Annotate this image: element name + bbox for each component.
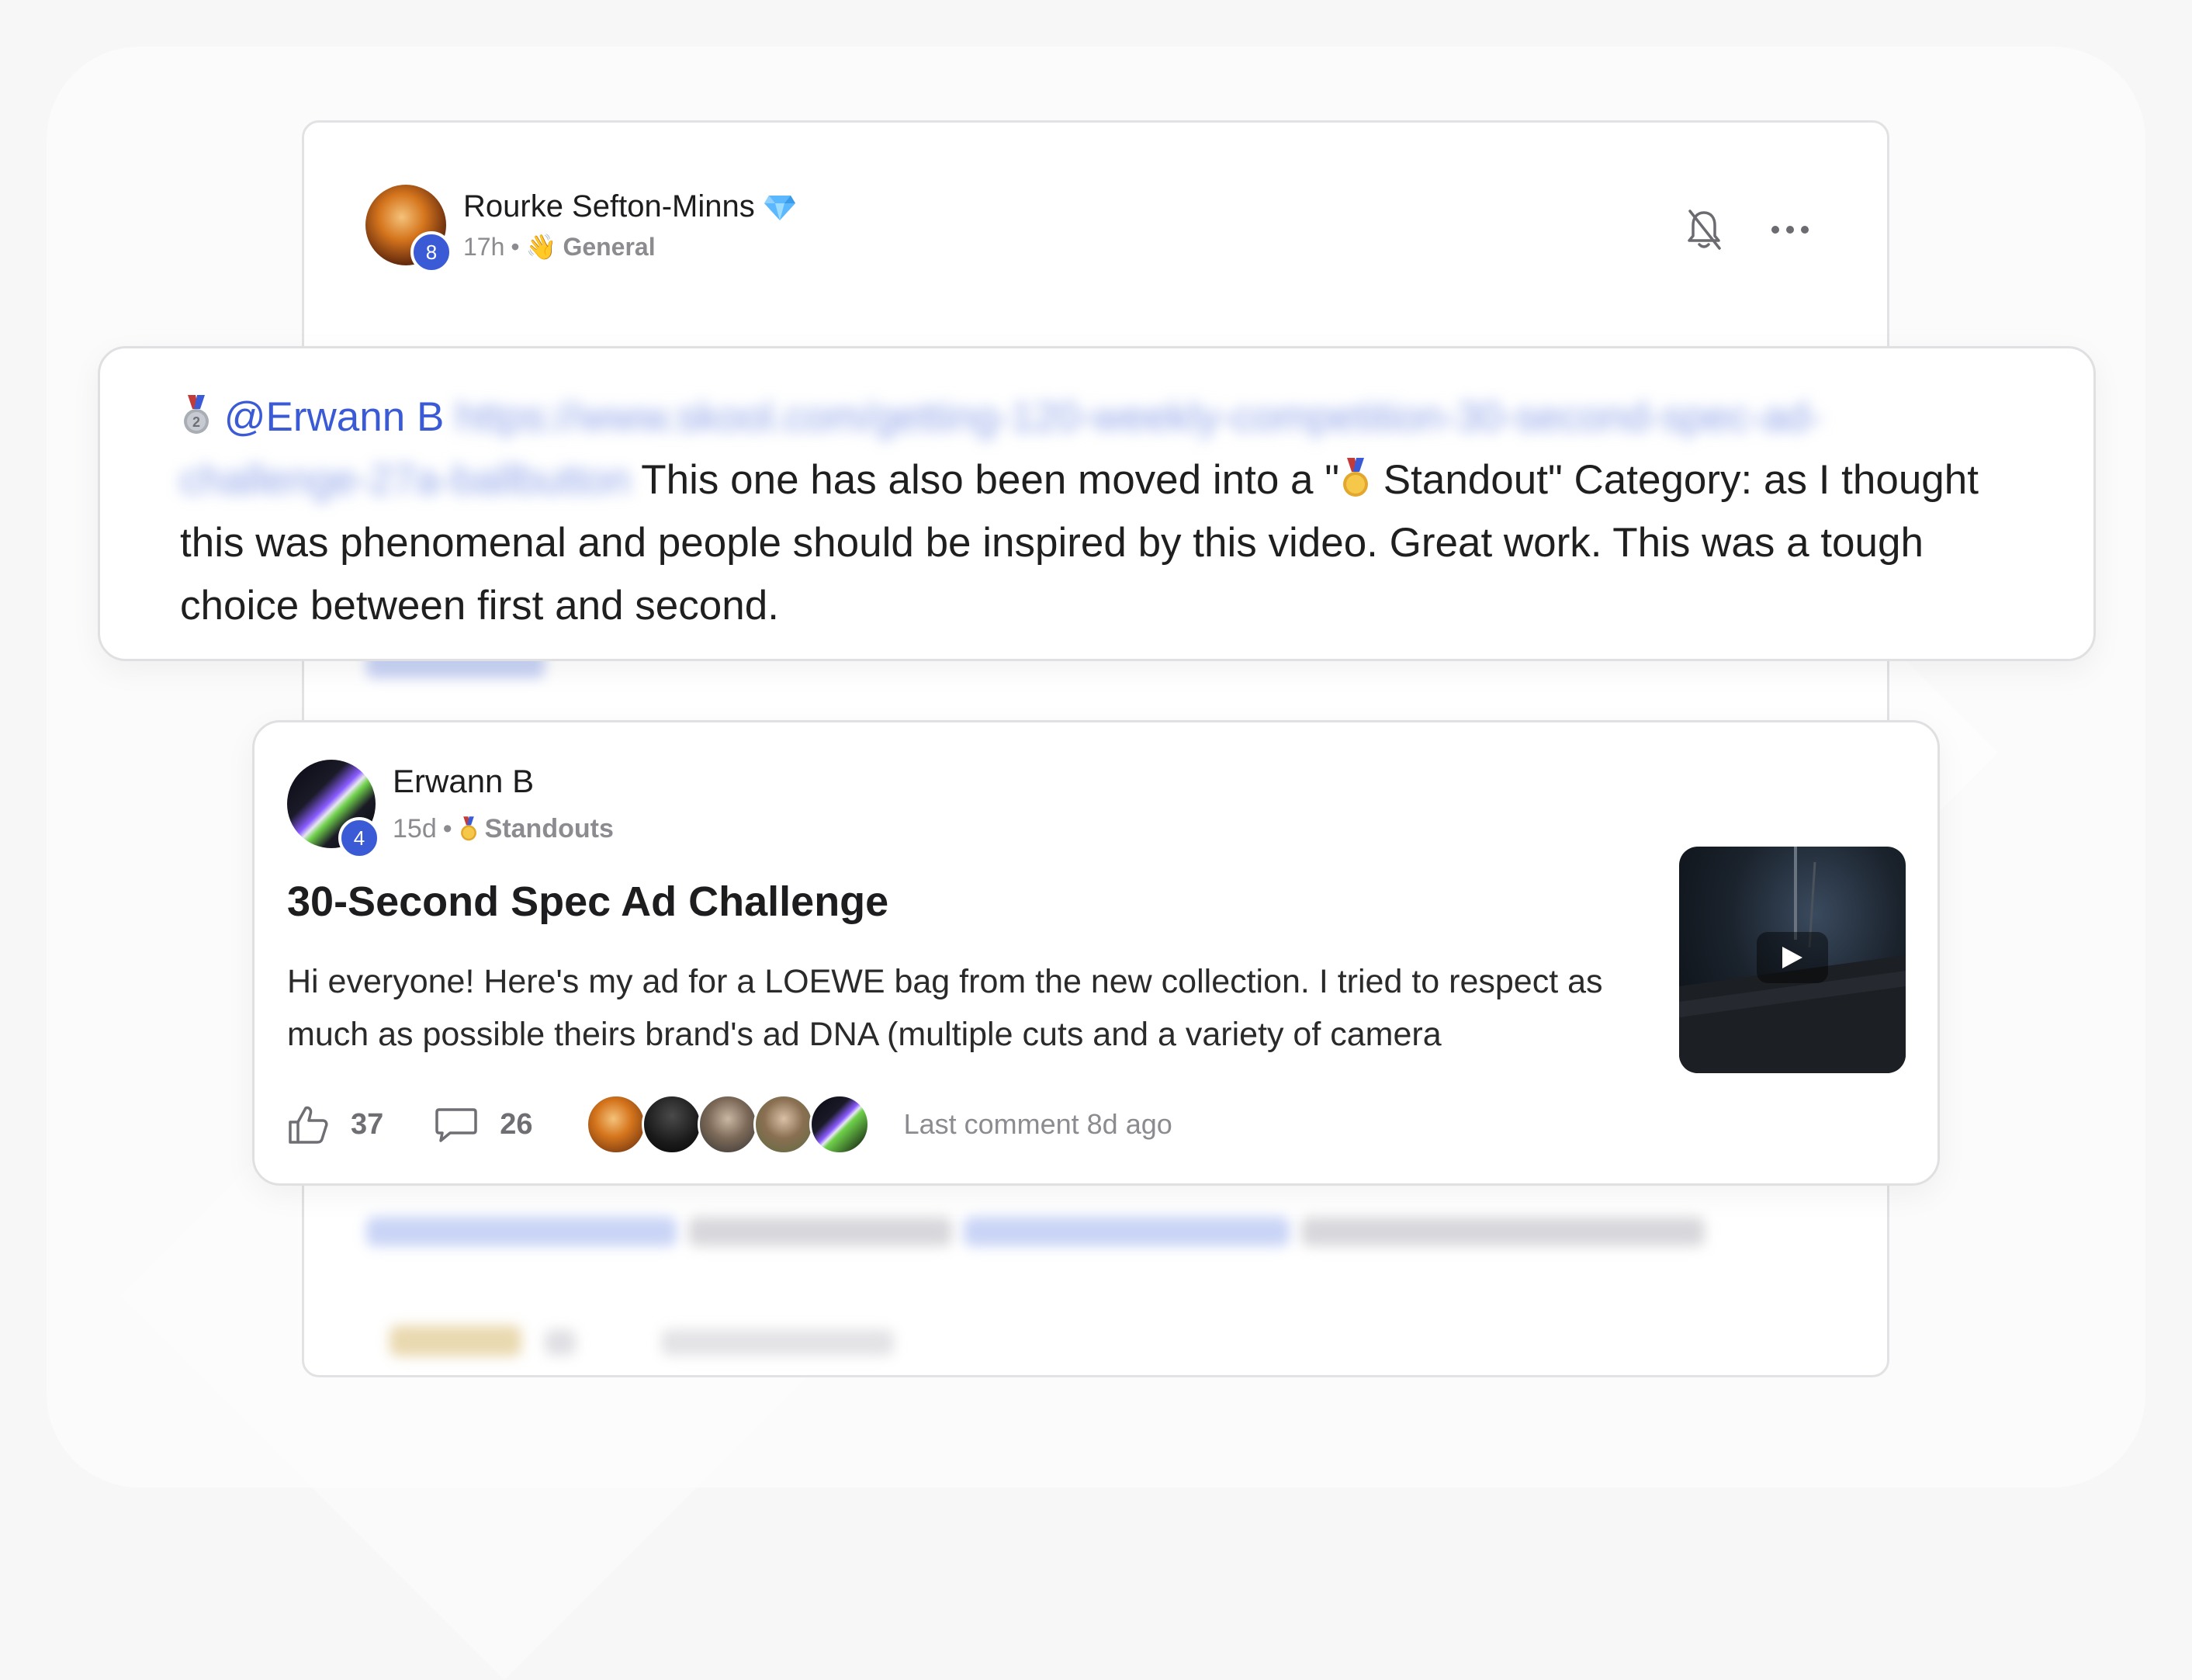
bell-off-icon[interactable] bbox=[1685, 208, 1723, 251]
gold-medal-icon bbox=[460, 816, 476, 840]
wave-icon: 👋 bbox=[525, 233, 557, 261]
thumbs-up-icon[interactable] bbox=[287, 1103, 329, 1145]
author-name[interactable]: Rourke Sefton-Minns bbox=[463, 189, 795, 224]
svg-text:2: 2 bbox=[192, 414, 200, 430]
embedded-author-name[interactable]: Erwann B bbox=[393, 763, 534, 800]
avatar bbox=[641, 1094, 702, 1155]
blurred-content bbox=[545, 1329, 576, 1356]
video-thumbnail[interactable] bbox=[1679, 847, 1906, 1073]
blurred-content bbox=[366, 1217, 677, 1246]
avatar bbox=[809, 1094, 870, 1155]
blurred-content bbox=[661, 1329, 894, 1356]
more-options-icon[interactable] bbox=[1771, 222, 1809, 237]
gold-medal-icon bbox=[1343, 458, 1369, 497]
post-time: 15d bbox=[393, 814, 437, 843]
comment-body: This one has also been moved into a " bbox=[641, 457, 1340, 503]
post-author-row: 8 Rourke Sefton-Minns 17h • 👋 General bbox=[365, 185, 795, 273]
commenter-avatars[interactable] bbox=[585, 1094, 870, 1155]
post-category[interactable]: General bbox=[563, 233, 655, 262]
author-avatar[interactable]: 8 bbox=[365, 185, 452, 273]
play-button[interactable] bbox=[1757, 932, 1828, 983]
blurred-content bbox=[688, 1217, 952, 1246]
avatar bbox=[753, 1094, 814, 1155]
silver-medal-icon: 2 bbox=[184, 395, 209, 434]
last-comment-time: Last comment 8d ago bbox=[903, 1108, 1172, 1140]
author-name-text[interactable]: Rourke Sefton-Minns bbox=[463, 189, 755, 224]
post-time: 17h bbox=[463, 232, 505, 261]
embedded-post-body: Hi everyone! Here's my ad for a LOEWE ba… bbox=[287, 963, 1603, 1053]
like-count: 37 bbox=[351, 1107, 384, 1141]
embedded-post-title[interactable]: 30-Second Spec Ad Challenge bbox=[287, 878, 888, 926]
post-meta: 17h • 👋 General bbox=[463, 232, 795, 262]
level-badge: 4 bbox=[338, 817, 380, 859]
separator: • bbox=[442, 814, 452, 843]
embedded-post-meta: 15d • Standouts bbox=[393, 814, 614, 844]
embedded-post-footer: 37 26 Last comment 8d ago bbox=[287, 1093, 1172, 1155]
level-badge: 8 bbox=[410, 231, 452, 273]
embedded-author-avatar[interactable]: 4 bbox=[287, 760, 380, 859]
user-mention[interactable]: @Erwann B bbox=[224, 394, 445, 440]
embedded-post-card[interactable]: 4 Erwann B 15d • Standouts 30-Second Spe… bbox=[252, 720, 1940, 1186]
comment-count: 26 bbox=[500, 1107, 533, 1141]
avatar bbox=[585, 1094, 646, 1155]
blurred-content bbox=[390, 1325, 521, 1356]
blurred-content bbox=[964, 1217, 1290, 1246]
post-category[interactable]: Standouts bbox=[485, 814, 614, 844]
separator: • bbox=[511, 232, 520, 261]
play-icon bbox=[1782, 947, 1802, 968]
diamond-icon bbox=[764, 195, 795, 220]
blurred-content bbox=[1301, 1217, 1705, 1246]
comment-icon[interactable] bbox=[435, 1105, 478, 1144]
comment-card: 2 @Erwann B https://www.skool.com/gettin… bbox=[98, 346, 2096, 661]
comment-text: 2 @Erwann B https://www.skool.com/gettin… bbox=[180, 386, 2011, 637]
avatar bbox=[697, 1094, 758, 1155]
